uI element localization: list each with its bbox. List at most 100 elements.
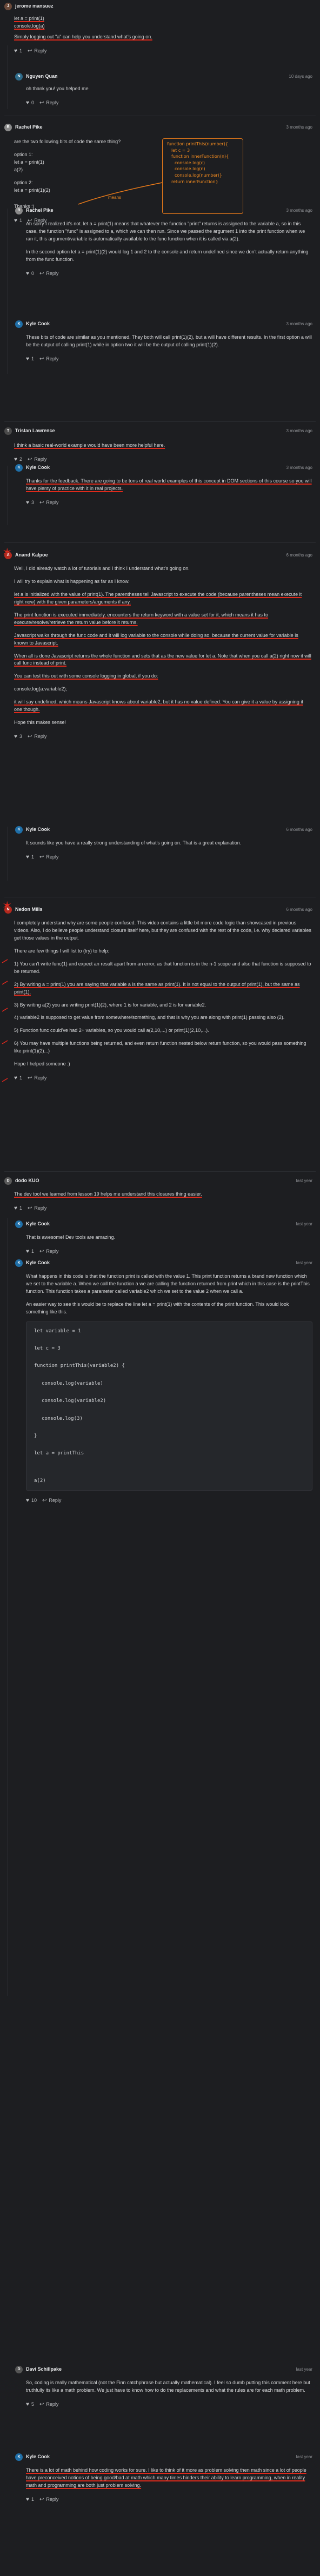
reply-kyle-explanation: K Kyle Cook last year What happens in th… [0, 1259, 320, 1506]
like-button[interactable]: ♥ 1 [26, 355, 34, 364]
reply-button[interactable]: ↩ Reply [28, 1204, 46, 1213]
like-button[interactable]: ♥ 5 [26, 2400, 34, 2409]
reply-kyle-tristan: K Kyle Cook 3 months ago Thanks for the … [0, 464, 320, 508]
heart-icon: ♥ [26, 854, 29, 861]
reply-icon: ↩ [39, 100, 44, 106]
reply-icon: ↩ [39, 356, 44, 363]
avatar: D [4, 1177, 12, 1185]
avatar: N [15, 73, 23, 81]
heart-icon: ♥ [26, 1249, 29, 1255]
timestamp: 6 months ago [286, 827, 312, 832]
reply-button[interactable]: ↩ Reply [39, 99, 58, 108]
reply-button[interactable]: ↩ Reply [39, 355, 58, 364]
like-button[interactable]: ♥ 3 [14, 733, 22, 741]
comment-text: let a is initialized with the value of p… [14, 591, 302, 605]
option-label: option 1: [14, 151, 33, 157]
code-line: let a = print(1) [14, 159, 44, 165]
reply-button[interactable]: ↩ Reply [39, 2496, 58, 2504]
username: Kyle Cook [26, 465, 50, 471]
reply-label: Reply [46, 355, 59, 361]
reply-button[interactable]: ↩ Reply [39, 270, 58, 278]
reply-kyle-davi: K Kyle Cook last year There is a lot of … [0, 2453, 320, 2505]
heart-icon: ♥ [26, 2401, 29, 2408]
comment-thread: J jerome mansuez let a = print(1) consol… [0, 0, 320, 2576]
reply-label: Reply [46, 2401, 59, 2407]
like-button[interactable]: ♥ 1 [14, 1074, 22, 1083]
reply-icon: ↩ [39, 2401, 44, 2408]
like-button[interactable]: ♥ 1 [26, 853, 34, 862]
reply-icon: ↩ [39, 854, 44, 861]
reply-button[interactable]: ↩ Reply [39, 1247, 58, 1256]
comment-text: I will try to explain what is happening … [14, 578, 130, 584]
username: dodo KUO [15, 1178, 39, 1184]
avatar: K [15, 320, 23, 328]
code-line: a(2) [34, 1478, 46, 1484]
like-count: 1 [31, 854, 34, 860]
like-button[interactable]: ♥ 0 [26, 270, 34, 278]
like-count: 0 [31, 99, 34, 105]
comment-text: 2) By writing a = print(1) you are sayin… [14, 981, 300, 995]
like-button[interactable]: ♥ 10 [26, 1497, 37, 1505]
like-button[interactable]: ♥ 0 [26, 99, 34, 108]
username: Davi Schillpake [26, 2366, 62, 2372]
like-button[interactable]: ♥ 2 [14, 455, 22, 464]
comment-text: 3) By writing a(2) you are writing print… [14, 1002, 206, 1008]
like-button[interactable]: ♥ 1 [14, 1204, 22, 1213]
like-button[interactable]: ♥ 3 [26, 499, 34, 507]
timestamp: last year [296, 1221, 312, 1226]
reply-icon: ↩ [39, 270, 44, 277]
timestamp: 3 months ago [286, 124, 312, 130]
avatar: K [15, 464, 23, 472]
reply-button[interactable]: ↩ Reply [39, 2400, 58, 2409]
heart-icon: ♥ [14, 734, 17, 740]
code-line: console.log(a) [14, 23, 45, 29]
comment-jerome: J jerome mansuez let a = print(1) consol… [0, 2, 320, 56]
username: Nguyen Quan [26, 73, 58, 79]
like-button[interactable]: ♥ 1 [14, 47, 22, 56]
timestamp: 6 months ago [286, 552, 312, 558]
heart-icon: ♥ [26, 356, 29, 363]
comment-nedon: N Nedon Mills 6 months ago I completely … [0, 905, 320, 1083]
like-button[interactable]: ♥ 1 [26, 1247, 34, 1256]
comment-text: These bits of code are similar as you me… [26, 334, 312, 347]
heart-icon: ♥ [14, 1075, 17, 1082]
reply-label: Reply [34, 734, 47, 740]
comment-text: 5) Function func could've had 2+ variabl… [14, 1028, 209, 1034]
like-count: 1 [19, 1075, 22, 1081]
reply-button[interactable]: ↩ Reply [28, 733, 46, 741]
timestamp: 3 months ago [286, 207, 312, 213]
reply-button[interactable]: ↩ Reply [28, 47, 46, 56]
like-count: 3 [19, 734, 22, 740]
like-count: 1 [31, 2496, 34, 2502]
heart-icon: ♥ [14, 48, 17, 55]
reply-button[interactable]: ↩ Reply [39, 499, 58, 507]
like-count: 3 [31, 499, 34, 505]
username: Kyle Cook [26, 827, 50, 833]
reply-icon: ↩ [27, 734, 32, 740]
like-button[interactable]: ♥ 1 [26, 2496, 34, 2504]
reply-button[interactable]: ↩ Reply [28, 1074, 46, 1083]
reply-label: Reply [46, 499, 59, 505]
like-count: 1 [19, 48, 22, 53]
avatar: R [4, 124, 12, 131]
username: Kyle Cook [26, 1221, 50, 1227]
reply-davi: D Davi Schillpake last year So, coding i… [0, 2365, 320, 2410]
username: Rachel Pike [26, 207, 54, 213]
username: Anand Kalpoe [15, 552, 48, 558]
timestamp: last year [296, 2454, 312, 2459]
reply-button[interactable]: ↩ Reply [28, 455, 46, 464]
reply-kyle: K Kyle Cook 3 months ago These bits of c… [0, 320, 320, 364]
timestamp: last year [296, 2366, 312, 2372]
code-line: console.log(a.variable2); [14, 686, 68, 692]
comment-text: You can test this out with some console … [14, 673, 158, 679]
comment-text: There is a lot of math behind how coding… [26, 2467, 306, 2488]
reply-kyle-anand: K Kyle Cook 6 months ago It sounds like … [0, 826, 320, 862]
reply-button[interactable]: ↩ Reply [42, 1497, 61, 1505]
timestamp: 3 months ago [286, 428, 312, 433]
reply-label: Reply [34, 48, 47, 53]
heart-icon: ♥ [26, 2497, 29, 2503]
comment-text: Hope this makes sense! [14, 720, 66, 726]
username: jerome mansuez [15, 3, 54, 9]
reply-button[interactable]: ↩ Reply [39, 853, 58, 862]
